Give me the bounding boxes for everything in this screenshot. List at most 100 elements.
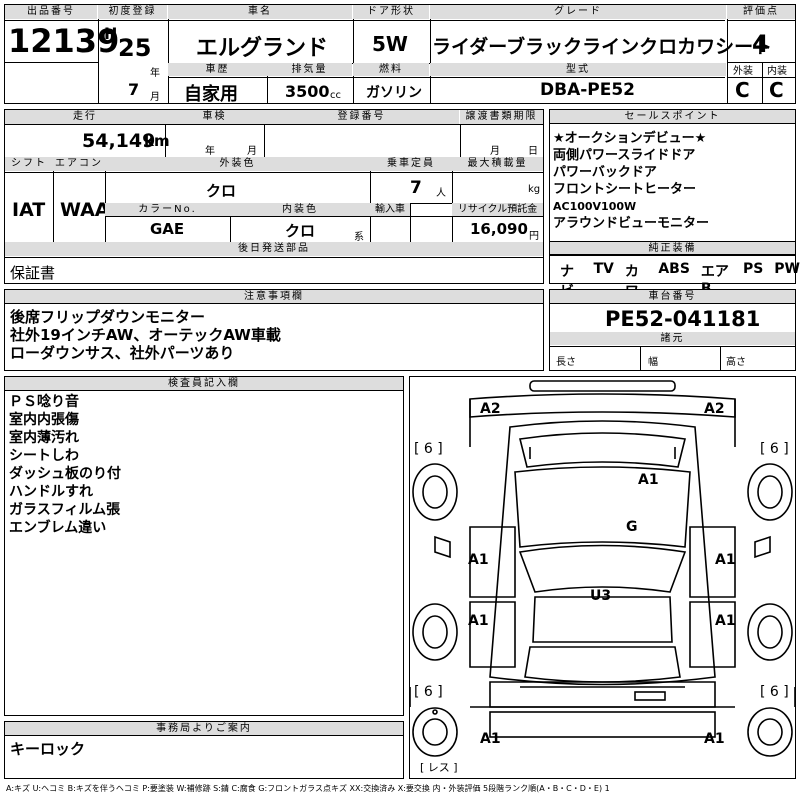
reg-label: 初度登録 bbox=[98, 5, 167, 19]
import-label: 輸入車 bbox=[370, 203, 410, 216]
mileage-label: 走行 bbox=[5, 110, 165, 124]
note-item: 社外19インチAW、オーテックAW車載 bbox=[10, 326, 281, 344]
inspect-year: 年 bbox=[205, 146, 215, 157]
grade-label: グレード bbox=[430, 5, 726, 19]
fuel-label: 燃料 bbox=[353, 63, 429, 76]
later-parts-item: 保証書 bbox=[10, 264, 56, 282]
ext-label: 外装 bbox=[733, 66, 753, 77]
inspector-list: ＰＳ唸り音 室内内張傷 室内薄汚れ シートしわ ダッシュ板のり付 ハンドルすれ … bbox=[9, 393, 121, 537]
transfer-day: 日 bbox=[528, 146, 538, 157]
displacement: 3500 bbox=[285, 82, 330, 101]
later-parts-label: 後日発送部品 bbox=[5, 242, 543, 256]
disp-unit: cc bbox=[330, 90, 341, 101]
disp-label: 排気量 bbox=[267, 63, 352, 76]
history-label: 車歴 bbox=[168, 63, 267, 76]
sales-item: ★オークションデビュー★ bbox=[553, 131, 707, 146]
note-item: ローダウンサス、社外パーツあり bbox=[10, 344, 235, 362]
history: 自家用 bbox=[184, 84, 238, 105]
fuel: ガソリン bbox=[366, 85, 422, 101]
equipment-label: 純正装備 bbox=[550, 241, 795, 255]
sales-label: セールスポイント bbox=[550, 110, 795, 124]
sales-item: 両側パワースライドドア bbox=[553, 148, 696, 163]
reg-month: 7 bbox=[128, 80, 140, 99]
mileage-unit: km bbox=[144, 132, 170, 150]
mark-hood: A1 bbox=[638, 472, 659, 488]
door-type: 5W bbox=[372, 32, 408, 56]
note-item: 後席フリップダウンモニター bbox=[10, 308, 206, 326]
door-label: ドア形状 bbox=[353, 5, 429, 19]
inspector-item: エンブレム違い bbox=[9, 520, 107, 536]
shift-label: シフト bbox=[5, 157, 53, 171]
plate-label: 登録番号 bbox=[264, 110, 459, 124]
shift: IAT bbox=[12, 199, 46, 221]
inspector-item: シートしわ bbox=[9, 448, 79, 464]
chassis-number: PE52-041181 bbox=[605, 307, 761, 331]
mark-rear-left: A1 bbox=[480, 731, 501, 747]
inspector-item: 室内内張傷 bbox=[9, 412, 79, 428]
color-no-label: カラーNo. bbox=[105, 203, 230, 216]
ext-color: クロ bbox=[206, 182, 237, 200]
mark-door-fr: A1 bbox=[715, 552, 736, 568]
notes-list: 後席フリップダウンモニター 社外19インチAW、オーテックAW車載 ローダウンサ… bbox=[10, 308, 281, 362]
inspector-item: ＰＳ唸り音 bbox=[9, 394, 79, 410]
mark-door-fl: A1 bbox=[468, 552, 489, 568]
inspector-label: 検査員記入欄 bbox=[5, 377, 403, 391]
int-grade: C bbox=[769, 78, 784, 102]
mark-glass: G bbox=[626, 519, 638, 535]
model: DBA-PE52 bbox=[540, 80, 636, 100]
car-diagram-block: A2 A2 [ 6 ] [ 6 ] A1 G A1 A1 U3 A1 A1 [ … bbox=[409, 376, 796, 779]
lot-label: 出品番号 bbox=[5, 5, 97, 19]
mark-tire-fr: [ 6 ] bbox=[760, 441, 789, 457]
sales-item: パワーバックドア bbox=[553, 165, 657, 180]
mark-tire-fl: [ 6 ] bbox=[414, 441, 443, 457]
mark-front-right: A2 bbox=[704, 401, 725, 417]
grade: ライダーブラックラインクロカワシート bbox=[432, 36, 773, 58]
ext-grade: C bbox=[735, 78, 750, 102]
int-color-unit: 系 bbox=[354, 232, 364, 243]
mark-tire-rl: [ 6 ] bbox=[414, 684, 443, 700]
month-unit: 月 bbox=[150, 92, 160, 103]
model-label: 型式 bbox=[430, 63, 726, 76]
sales-item: フロントシートヒーター bbox=[553, 182, 697, 197]
notes-label: 注意事項欄 bbox=[5, 290, 543, 304]
sales-item: アラウンドビューモニター bbox=[553, 216, 710, 231]
mark-rear-right: A1 bbox=[704, 731, 725, 747]
chassis-label: 車台番号 bbox=[550, 290, 795, 304]
color-no: GAE bbox=[150, 220, 185, 238]
office-label: 事務局よりご案内 bbox=[5, 722, 403, 736]
load-unit: kg bbox=[528, 184, 541, 195]
mark-spare: [ レス ] bbox=[420, 761, 458, 774]
seats-label: 乗車定員 bbox=[370, 157, 452, 171]
recycle-unit: 円 bbox=[529, 231, 539, 242]
int-color: クロ bbox=[285, 222, 316, 240]
int-color-label: 内装色 bbox=[230, 203, 370, 216]
spec-height: 高さ bbox=[726, 357, 746, 368]
recycle-label: リサイクル預託金 bbox=[452, 203, 543, 216]
sales-item: AC100V100W bbox=[553, 200, 637, 213]
mark-door-rr: A1 bbox=[715, 613, 736, 629]
era: H bbox=[104, 24, 118, 43]
legend: A:キズ U:ヘコミ B:キズを伴うヘコミ P:要塗装 W:補修跡 S:錆 C:… bbox=[6, 784, 610, 793]
car-name: エルグランド bbox=[196, 36, 329, 61]
lot-number: 12139 bbox=[8, 22, 120, 60]
inspector-item: ダッシュ板のり付 bbox=[9, 466, 121, 482]
inspector-item: ガラスフィルム張 bbox=[9, 502, 121, 518]
inspector-item: 室内薄汚れ bbox=[9, 430, 79, 446]
seats-unit: 人 bbox=[436, 188, 446, 199]
reg-year: 25 bbox=[118, 34, 152, 62]
load-label: 最大積載量 bbox=[452, 157, 543, 171]
mark-door-rl: A1 bbox=[468, 613, 489, 629]
transfer-month: 月 bbox=[490, 146, 500, 157]
spec-width: 幅 bbox=[648, 357, 658, 368]
sales-list: ★オークションデビュー★ 両側パワースライドドア パワーバックドア フロントシー… bbox=[553, 130, 793, 232]
inspect-label: 車検 bbox=[165, 110, 264, 124]
mark-roof: U3 bbox=[590, 588, 612, 604]
spec-length: 長さ bbox=[556, 357, 576, 368]
inspector-item: ハンドルすれ bbox=[9, 484, 93, 500]
mark-tire-rr: [ 6 ] bbox=[760, 684, 789, 700]
ext-color-label: 外装色 bbox=[105, 157, 370, 171]
int-label: 内装 bbox=[767, 66, 787, 77]
transfer-label: 譲渡書類期限 bbox=[460, 110, 543, 124]
recycle: 16,090 bbox=[470, 220, 528, 238]
name-label: 車名 bbox=[168, 5, 352, 19]
